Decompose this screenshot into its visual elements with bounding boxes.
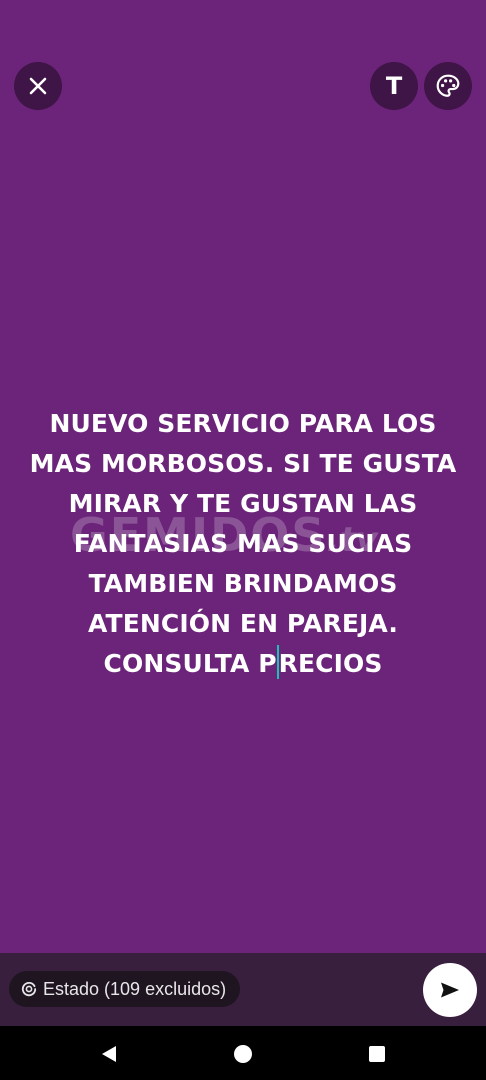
bottom-bar: Estado (109 excluidos)	[0, 953, 486, 1026]
status-text-line: ATENCIÓN EN PAREJA.	[88, 609, 398, 638]
status-text-line: NUEVO SERVICIO PARA LOS	[49, 409, 437, 438]
audience-label: Estado (109 excluidos)	[43, 978, 227, 999]
text-after-cursor: RECIOS	[278, 649, 383, 678]
status-text-input[interactable]: NUEVO SERVICIO PARA LOS MAS MORBOSOS. SI…	[20, 404, 466, 685]
text-icon: T	[385, 72, 403, 100]
audience-chip[interactable]: Estado (109 excluidos)	[9, 971, 241, 1007]
text-style-button[interactable]: T	[370, 62, 418, 110]
nav-home-button[interactable]	[232, 1043, 254, 1065]
nav-recents-button[interactable]	[366, 1043, 388, 1065]
status-text-line: FANTASIAS MAS SUCIAS	[73, 529, 413, 558]
back-triangle-icon	[102, 1046, 116, 1062]
close-button[interactable]	[14, 62, 62, 110]
home-circle-icon	[234, 1045, 252, 1063]
close-icon	[29, 77, 47, 95]
status-text-line-last: CONSULTA PRECIOS	[20, 644, 466, 685]
text-before-cursor: CONSULTA P	[103, 649, 277, 678]
nav-back-button[interactable]	[98, 1043, 120, 1065]
status-text-line: MIRAR Y TE GUSTAN LAS	[68, 489, 418, 518]
send-button[interactable]	[423, 963, 477, 1017]
palette-icon	[436, 74, 460, 97]
recents-square-icon	[369, 1046, 385, 1062]
color-palette-button[interactable]	[424, 62, 472, 110]
status-text-line: TAMBIEN BRINDAMOS	[88, 569, 398, 598]
status-ring-icon	[21, 982, 37, 997]
status-text-line: MAS MORBOSOS. SI TE GUSTA	[29, 449, 457, 478]
system-nav-bar	[0, 1026, 486, 1080]
send-icon	[441, 982, 459, 998]
